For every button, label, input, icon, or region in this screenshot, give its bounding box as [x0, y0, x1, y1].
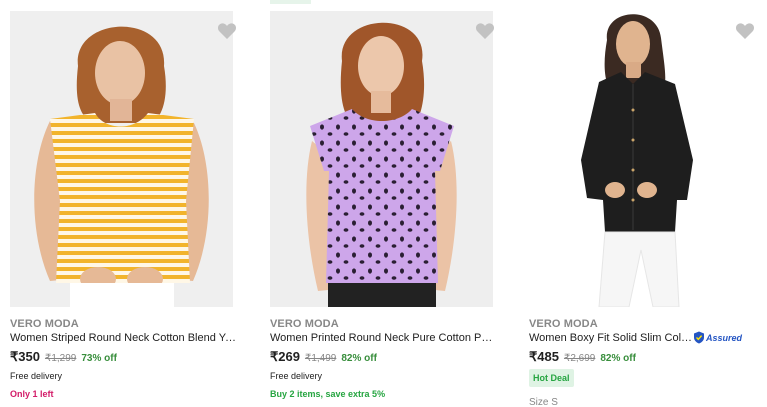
- hot-deal-badge: Hot Deal: [529, 369, 574, 387]
- original-price: ₹1,499: [304, 353, 337, 364]
- woman-yellow-striped-top-photo: [10, 11, 233, 307]
- price-row: ₹350 ₹1,299 73% off: [10, 349, 117, 365]
- delivery-info: Free delivery: [10, 371, 63, 381]
- woman-purple-printed-tee-photo: [270, 11, 493, 307]
- assured-badge: Assured: [693, 331, 742, 344]
- product-title[interactable]: Women Striped Round Neck Cotton Blend Ye…: [10, 332, 238, 344]
- product-brand: VERO MODA: [270, 318, 339, 330]
- product-card[interactable]: VERO MODA Women Boxy Fit Solid Slim Coll…: [529, 0, 767, 407]
- assured-shield-icon: [694, 331, 704, 344]
- product-card[interactable]: VERO MODA Women Striped Round Neck Cotto…: [10, 0, 250, 407]
- stock-note: Only 1 left: [10, 389, 54, 399]
- woman-black-shirt-photo: [529, 0, 752, 307]
- price-row: ₹269 ₹1,499 82% off: [270, 349, 377, 365]
- product-image[interactable]: [10, 11, 233, 307]
- selling-price: ₹350: [10, 349, 40, 364]
- product-image[interactable]: [529, 0, 752, 307]
- price-row: ₹485 ₹2,699 82% off: [529, 349, 636, 365]
- product-title[interactable]: Women Printed Round Neck Pure Cotton Pur…: [270, 332, 498, 344]
- offer-note: Buy 2 items, save extra 5%: [270, 389, 386, 399]
- product-brand: VERO MODA: [529, 318, 598, 330]
- product-card[interactable]: VERO MODA Women Printed Round Neck Pure …: [270, 0, 510, 407]
- original-price: ₹2,699: [563, 353, 596, 364]
- assured-label: Assured: [706, 332, 743, 343]
- delivery-info: Free delivery: [270, 371, 323, 381]
- selling-price: ₹269: [270, 349, 300, 364]
- discount-percent: 82% off: [600, 353, 636, 364]
- wishlist-heart-icon[interactable]: [475, 22, 495, 40]
- original-price: ₹1,299: [44, 353, 77, 364]
- discount-percent: 82% off: [341, 353, 377, 364]
- wishlist-heart-icon[interactable]: [735, 22, 755, 40]
- product-brand: VERO MODA: [10, 318, 79, 330]
- discount-percent: 73% off: [81, 353, 117, 364]
- selling-price: ₹485: [529, 349, 559, 364]
- product-image[interactable]: [270, 11, 493, 307]
- product-title[interactable]: Women Boxy Fit Solid Slim Collar Casual …: [529, 332, 693, 344]
- size-info: Size S: [529, 397, 558, 407]
- wishlist-heart-icon[interactable]: [217, 22, 237, 40]
